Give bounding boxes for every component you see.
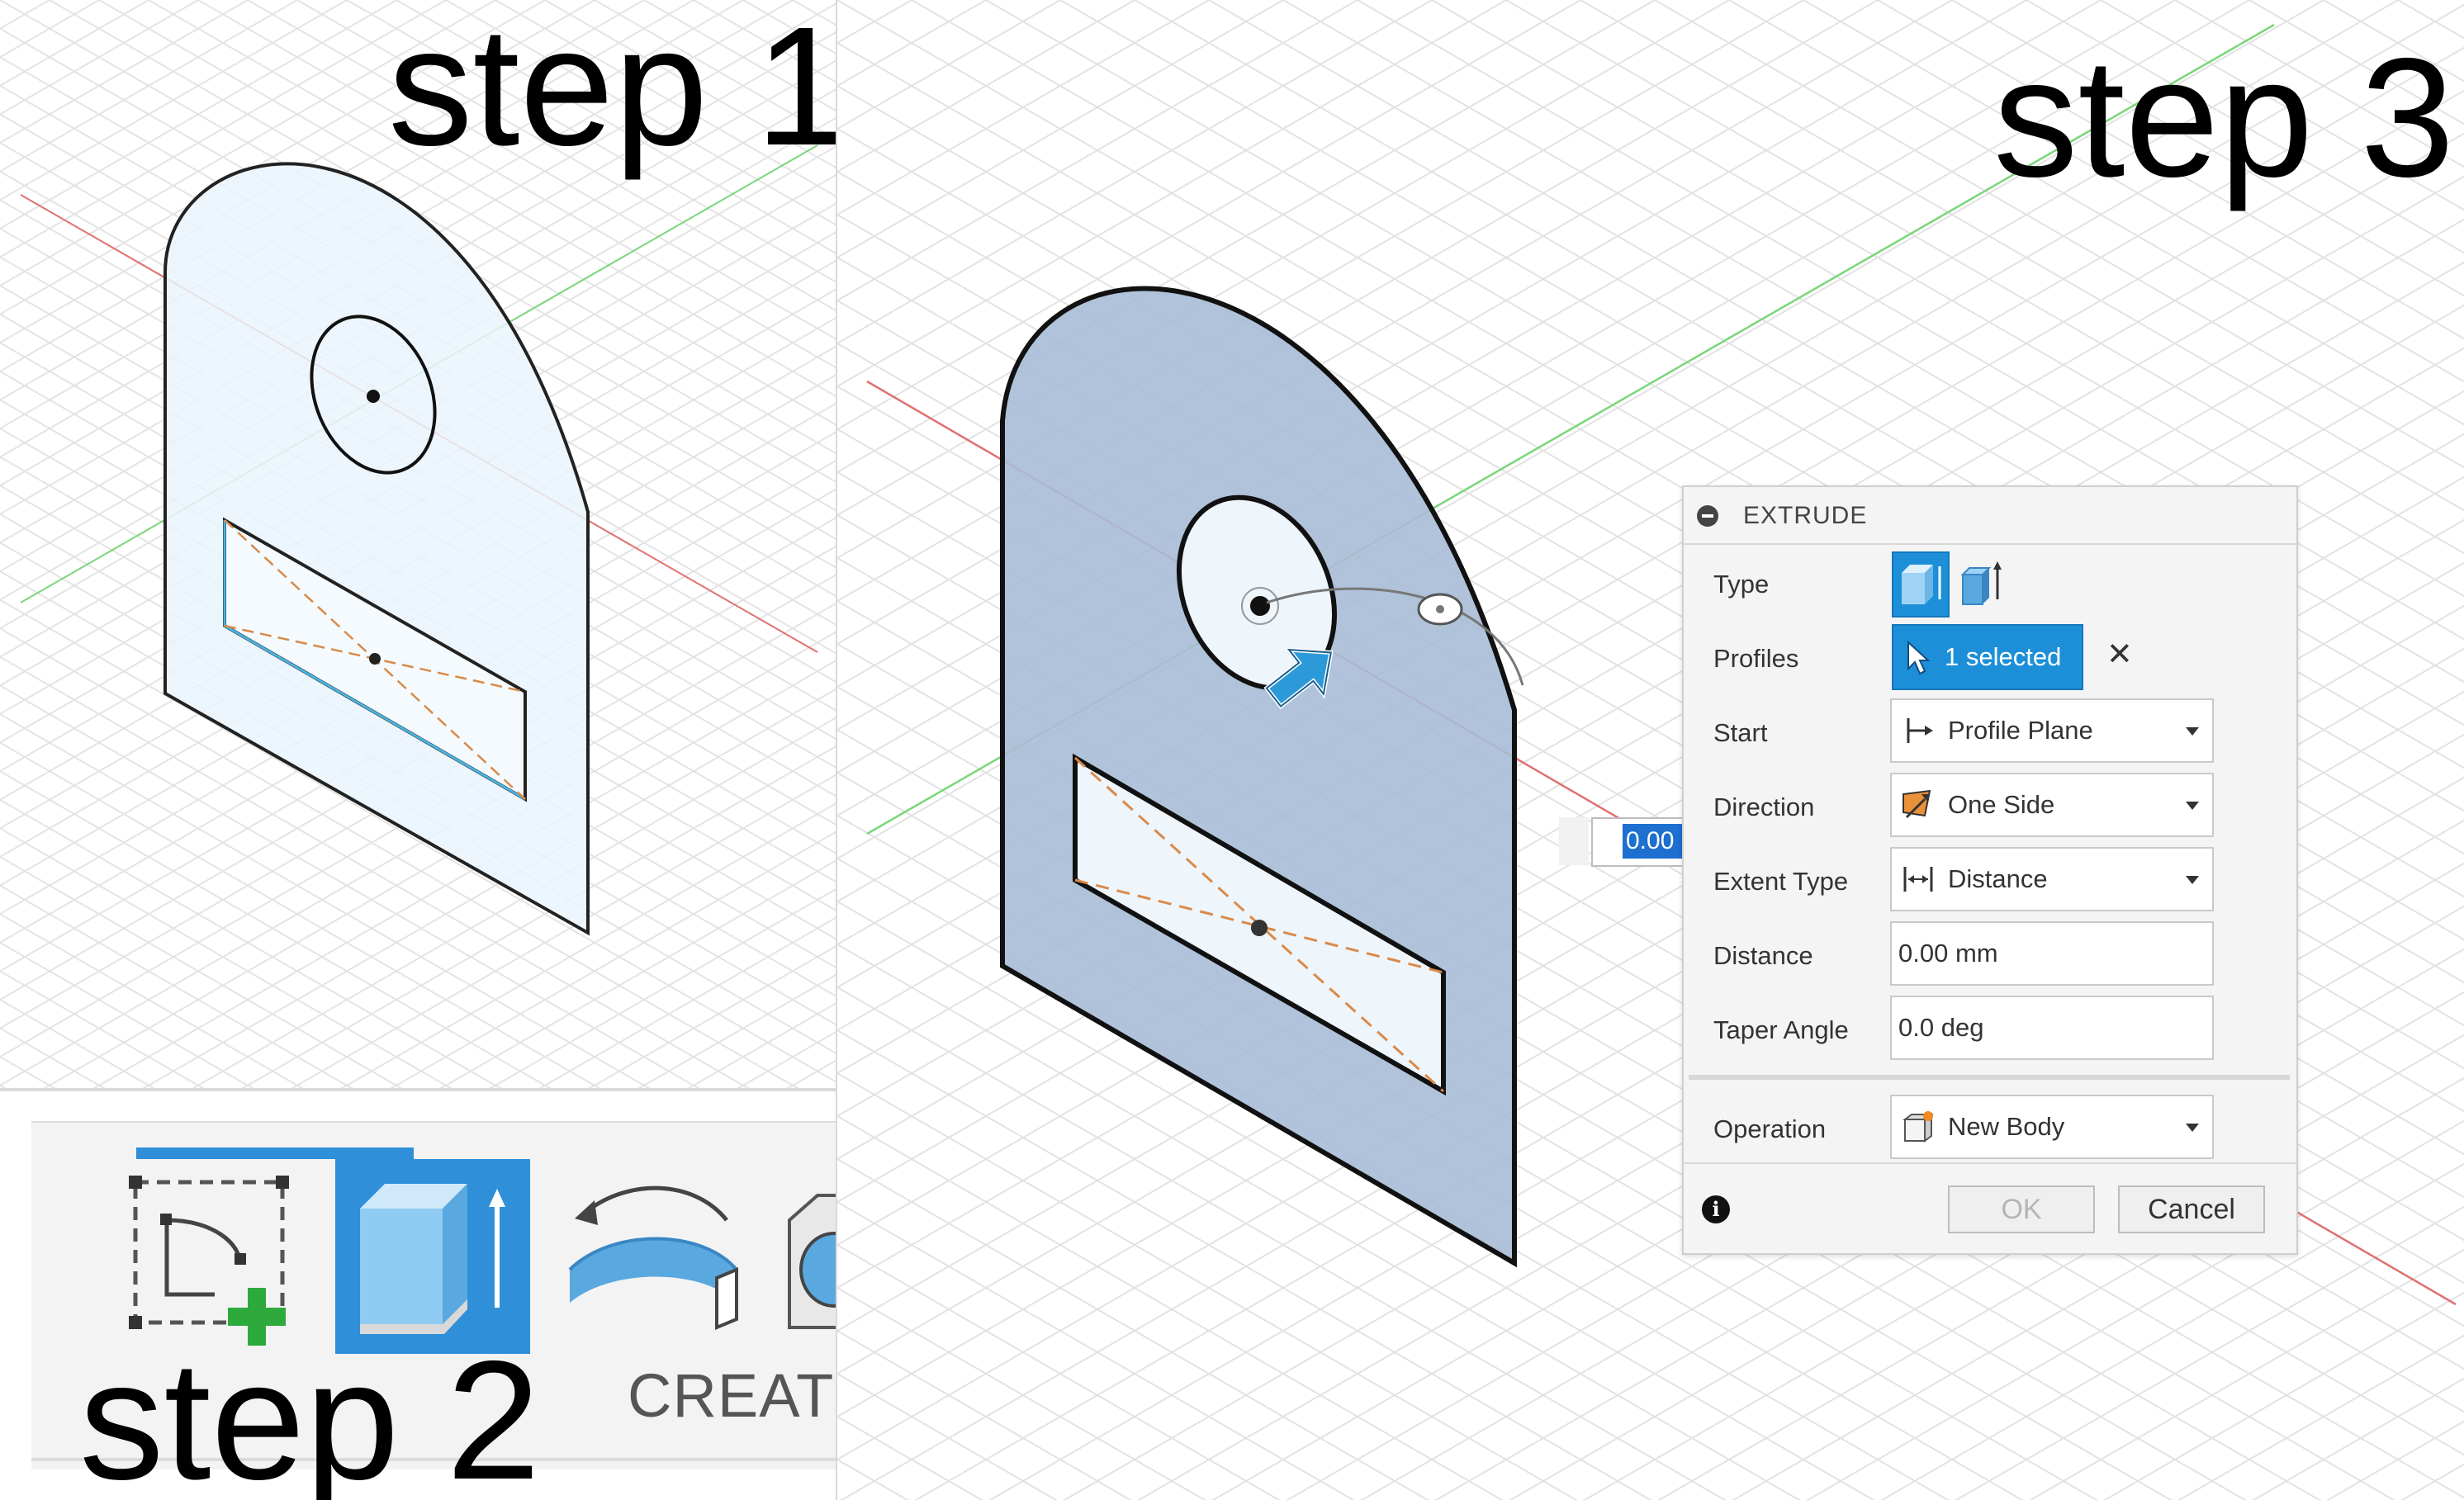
extrude-solid-icon	[1902, 565, 1941, 604]
taper-angle-value[interactable]: 0.0 deg	[1898, 1013, 1983, 1043]
direction-value: One Side	[1948, 790, 2055, 819]
extent-type-label: Extent Type	[1713, 867, 1849, 896]
profiles-selection-button[interactable]: 1 selected	[1892, 624, 2083, 690]
operation-dropdown[interactable]: New Body	[1890, 1095, 2214, 1159]
active-tab-indicator	[136, 1147, 414, 1159]
dialog-header: EXTRUDE	[1684, 487, 2296, 545]
chevron-down-icon	[2186, 802, 2199, 810]
one-side-icon	[1902, 789, 1931, 819]
profiles-label: Profiles	[1713, 644, 1799, 673]
select-cursor-icon	[1907, 641, 1931, 675]
distance-input-grip[interactable]	[1559, 817, 1589, 865]
step1-label: step 1	[388, 0, 837, 181]
direction-label: Direction	[1713, 793, 1815, 821]
start-label: Start	[1713, 718, 1768, 747]
dialog-separator	[1689, 1075, 2290, 1080]
revolve-icon[interactable]	[562, 1179, 751, 1344]
start-dropdown[interactable]: Profile Plane	[1890, 698, 2214, 763]
operation-value: New Body	[1948, 1112, 2065, 1141]
create-section-label[interactable]: CREATE	[628, 1360, 837, 1431]
direction-dropdown[interactable]: One Side	[1890, 773, 2214, 837]
chevron-down-icon	[2186, 727, 2199, 736]
profile-plane-icon	[1907, 718, 1933, 743]
taper-angle-label: Taper Angle	[1713, 1015, 1849, 1044]
dialog-title: EXTRUDE	[1743, 502, 1868, 529]
dialog-footer-separator	[1684, 1162, 2296, 1164]
info-icon[interactable]: i	[1702, 1195, 1730, 1223]
step3-label: step 3	[1993, 23, 2455, 212]
extent-type-dropdown[interactable]: Distance	[1890, 847, 2214, 911]
step2-label: step 2	[79, 1326, 541, 1500]
step2-panel: CREATE step 2	[0, 1088, 837, 1500]
operation-label: Operation	[1713, 1114, 1827, 1143]
extrude-icon	[360, 1184, 505, 1334]
chevron-down-icon	[2186, 876, 2199, 884]
step3-panel: step 3 0.00 mm EXTRUDE Type Profiles 1 s…	[837, 0, 2464, 1500]
ok-button[interactable]: OK	[1948, 1185, 2095, 1233]
taper-angle-input[interactable]: 0.0 deg	[1890, 996, 2214, 1060]
chevron-down-icon	[2186, 1124, 2199, 1132]
profiles-selected-count: 1 selected	[1945, 642, 2062, 671]
collapse-icon[interactable]	[1697, 505, 1718, 527]
hole-center-point[interactable]	[1250, 596, 1270, 616]
type-label: Type	[1713, 570, 1770, 599]
extrude-thin-icon[interactable]	[1956, 553, 2006, 613]
extrude-button[interactable]	[335, 1159, 530, 1354]
panel-divider	[0, 1088, 837, 1091]
distance-value[interactable]: 0.00 mm	[1898, 939, 1998, 968]
clear-selection-icon[interactable]: ✕	[2106, 636, 2133, 673]
rectangle-center-point[interactable]	[369, 653, 381, 665]
rectangle-center-point[interactable]	[1251, 920, 1268, 936]
extent-type-value: Distance	[1948, 864, 2048, 893]
hole-icon[interactable]	[784, 1187, 837, 1336]
new-body-icon	[1902, 1111, 1934, 1143]
distance-input[interactable]: 0.00 mm	[1890, 921, 2214, 986]
distance-icon	[1903, 867, 1933, 892]
start-value: Profile Plane	[1948, 716, 2093, 745]
type-solid-button[interactable]	[1892, 551, 1950, 618]
circle-center-point[interactable]	[367, 390, 380, 403]
extrude-dialog: EXTRUDE Type Profiles 1 selected ✕ Start…	[1682, 485, 2298, 1255]
distance-label: Distance	[1713, 941, 1813, 970]
step1-panel: step 1	[0, 0, 837, 1088]
cancel-button[interactable]: Cancel	[2118, 1185, 2265, 1233]
